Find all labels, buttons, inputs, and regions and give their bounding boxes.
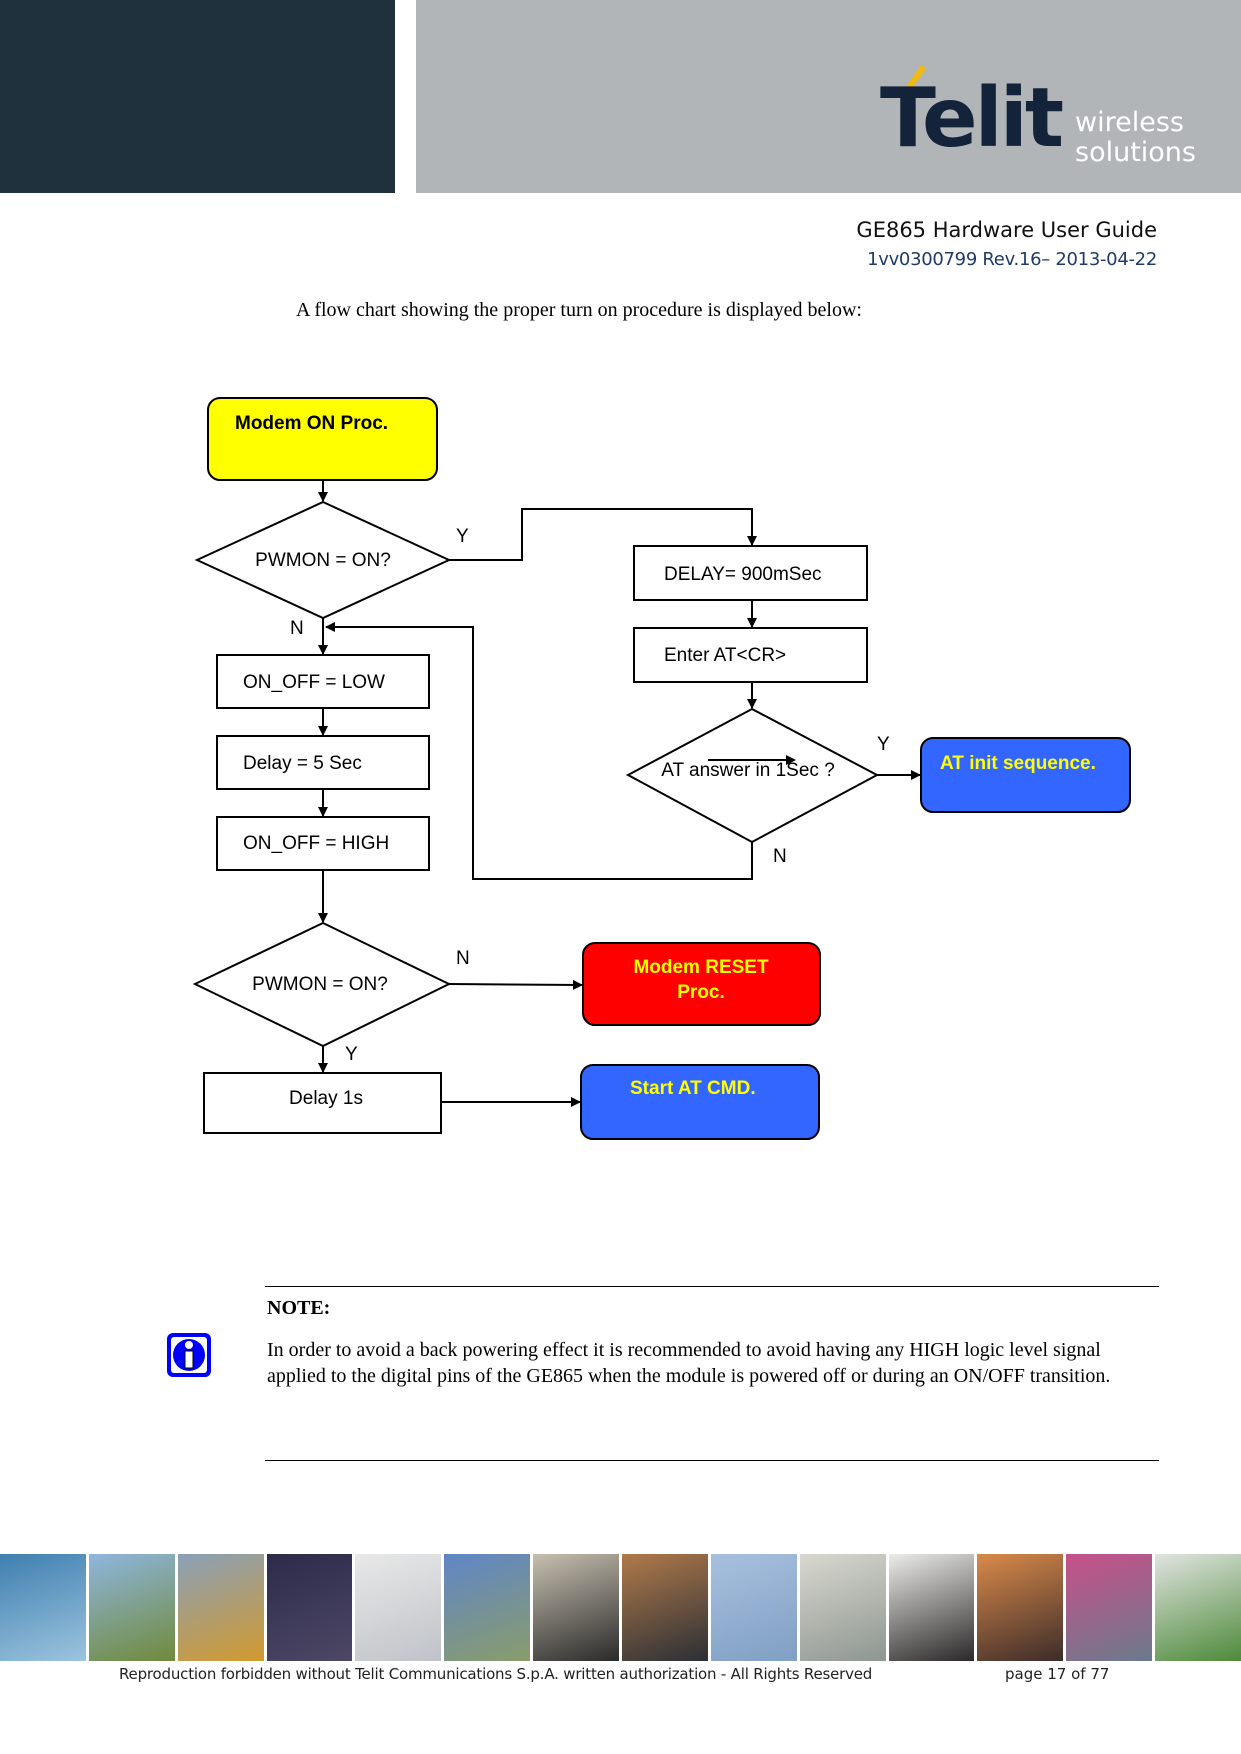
footer-photo-timetable-display bbox=[266, 1554, 353, 1661]
info-icon bbox=[167, 1333, 211, 1377]
node-at-init bbox=[920, 737, 1131, 813]
node-at-answer-check-label: AT answer in 1Sec ? bbox=[661, 760, 835, 781]
note-top-rule bbox=[265, 1286, 1159, 1287]
node-modem-reset-label-1: Modem RESET bbox=[633, 957, 769, 978]
footer-photo-vending bbox=[622, 1554, 708, 1661]
footer-photo-train bbox=[977, 1554, 1064, 1661]
edge-label-pwmon2-yes: Y bbox=[345, 1044, 358, 1065]
edge-label-pwmon2-no: N bbox=[456, 948, 470, 969]
footer-photo-cctv-camera bbox=[1155, 1554, 1241, 1661]
edge-label-at-no: N bbox=[773, 846, 787, 867]
node-delay-5s-label: Delay = 5 Sec bbox=[243, 753, 362, 774]
node-start-at-cmd-label: Start AT CMD. bbox=[630, 1078, 756, 1099]
page-number: page 17 of 77 bbox=[1005, 1665, 1110, 1683]
turn-on-flowchart: Modem ON Proc. PWMON = ON? Y N ON_OFF = … bbox=[192, 397, 1131, 1140]
node-on-off-low-label: ON_OFF = LOW bbox=[243, 672, 385, 693]
footer-photo-wall bbox=[888, 1554, 975, 1661]
footer-photo-keyboard bbox=[355, 1554, 442, 1661]
node-start bbox=[207, 397, 438, 481]
node-on-off-high-label: ON_OFF = HIGH bbox=[243, 833, 389, 854]
node-at-init-label: AT init sequence. bbox=[940, 753, 1096, 774]
note-body: In order to avoid a back powering effect… bbox=[267, 1339, 1111, 1387]
footer-photo-printing bbox=[1066, 1554, 1153, 1661]
node-delay-900-label: DELAY= 900mSec bbox=[664, 564, 822, 585]
edge-label-pwmon1-no: N bbox=[290, 618, 304, 639]
edge-label-at-yes: Y bbox=[877, 734, 890, 755]
footer-photo-containers bbox=[177, 1554, 264, 1661]
node-start-at-cmd bbox=[580, 1064, 820, 1140]
footer-photo-cyclist bbox=[444, 1554, 531, 1661]
footer-photo-power-meter bbox=[799, 1554, 886, 1661]
note-title: NOTE: bbox=[267, 1297, 331, 1319]
node-pwmon-check-1-label: PWMON = ON? bbox=[255, 550, 391, 571]
node-start-label: Modem ON Proc. bbox=[235, 413, 388, 434]
footer-photo-card-reader bbox=[533, 1554, 620, 1661]
node-enter-at-label: Enter AT<CR> bbox=[664, 645, 786, 666]
footer-photo-strip bbox=[0, 1554, 1241, 1661]
note-bottom-rule bbox=[265, 1460, 1159, 1461]
node-delay-1s-label: Delay 1s bbox=[289, 1088, 363, 1109]
edge-label-pwmon1-yes: Y bbox=[456, 526, 469, 547]
edge-pwmon2-no bbox=[448, 979, 583, 990]
footer-photo-sos-phone bbox=[88, 1554, 175, 1661]
footer-photo-wind-turbines bbox=[710, 1554, 797, 1661]
footer-photo-traffic bbox=[0, 1554, 86, 1661]
node-pwmon-check-2-label: PWMON = ON? bbox=[252, 974, 388, 995]
footer-copyright: Reproduction forbidden without Telit Com… bbox=[119, 1665, 873, 1683]
node-modem-reset-label-2: Proc. bbox=[677, 982, 725, 1003]
